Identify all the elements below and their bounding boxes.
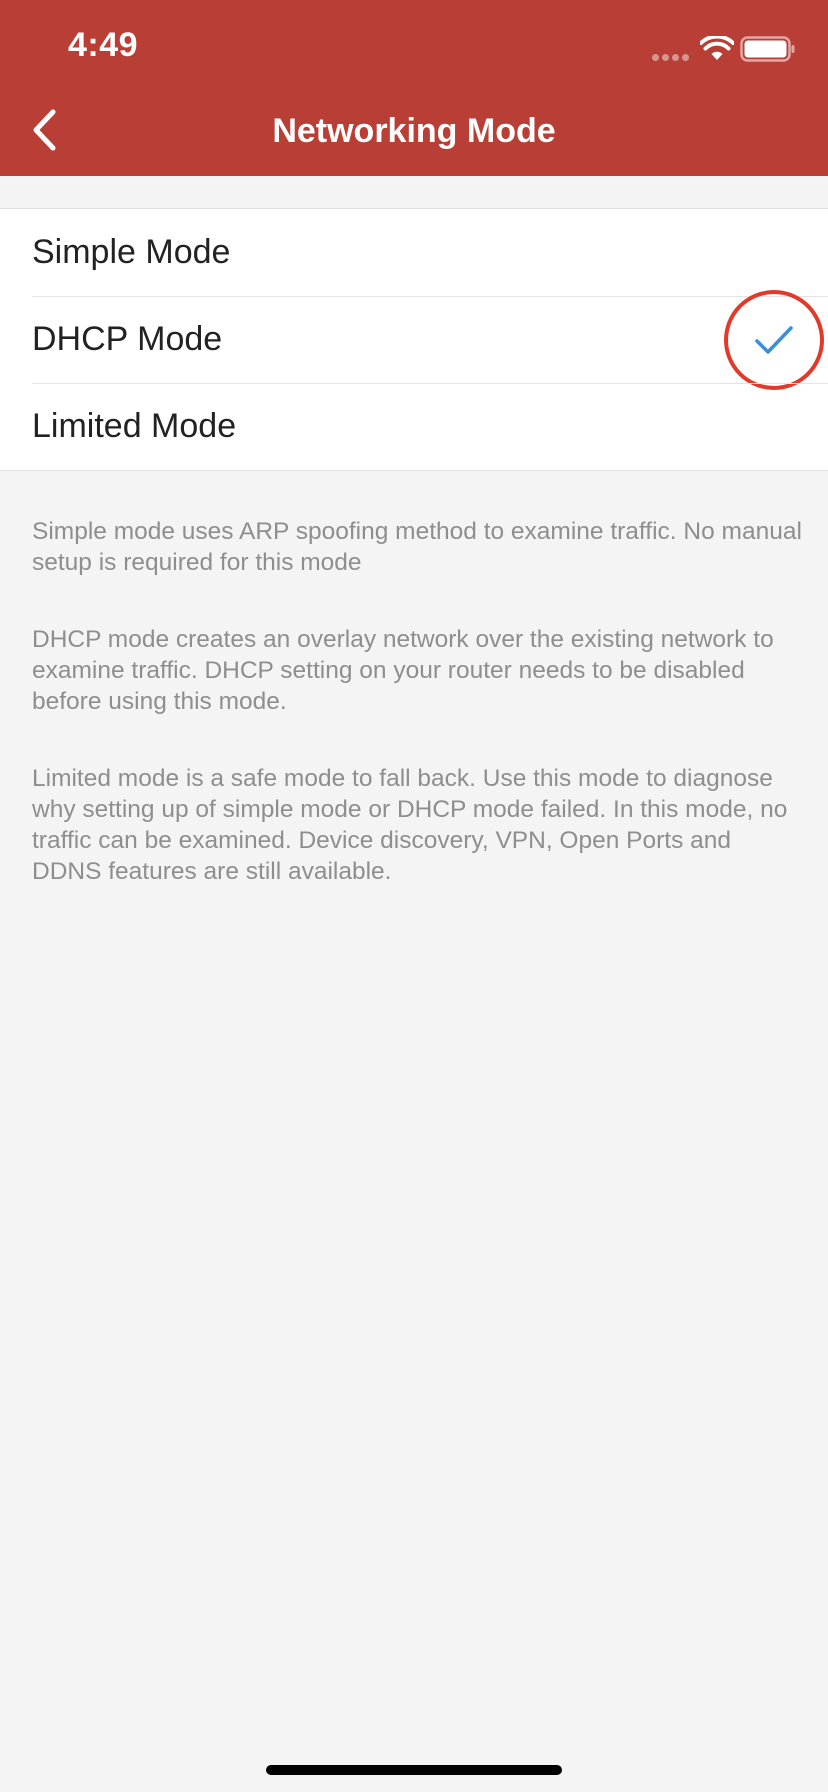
- mode-list: Simple Mode DHCP Mode Limited Mode: [0, 208, 828, 471]
- page-title: Networking Mode: [272, 112, 556, 150]
- mode-option-label: Simple Mode: [32, 233, 231, 271]
- mode-option-limited[interactable]: Limited Mode: [0, 383, 828, 470]
- mode-option-label: DHCP Mode: [32, 320, 223, 358]
- checkmark-icon: [755, 325, 793, 354]
- mode-option-simple[interactable]: Simple Mode: [0, 209, 828, 296]
- wifi-icon: [700, 36, 734, 60]
- cellular-signal-icon: [652, 54, 690, 62]
- status-time: 4:49: [68, 26, 139, 64]
- mode-option-dhcp[interactable]: DHCP Mode: [0, 289, 828, 390]
- simple-mode-description: Simple mode uses ARP spoofing method to …: [32, 518, 802, 576]
- limited-mode-description: Limited mode is a safe mode to fall back…: [32, 765, 788, 885]
- selected-indicator: [724, 289, 824, 390]
- dhcp-mode-description: DHCP mode creates an overlay network ove…: [32, 626, 774, 715]
- mode-option-label: Limited Mode: [32, 407, 237, 445]
- home-indicator[interactable]: [266, 1765, 562, 1775]
- battery-icon: [740, 36, 795, 62]
- nav-bar: 4:49 Networking Mode: [0, 0, 828, 176]
- mode-descriptions: Simple mode uses ARP spoofing method to …: [32, 516, 802, 933]
